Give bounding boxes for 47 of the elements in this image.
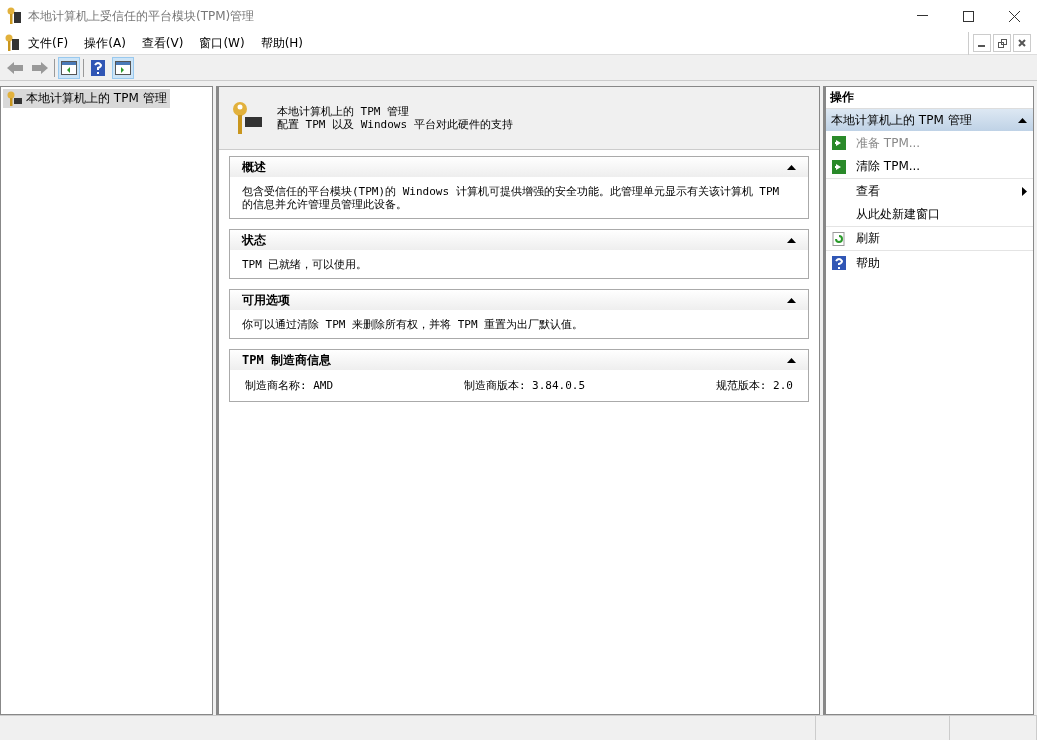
close-icon xyxy=(1008,10,1020,22)
menu-item[interactable]: 查看(V) xyxy=(133,34,192,52)
close-button[interactable] xyxy=(1013,34,1031,52)
minimize-button[interactable] xyxy=(973,34,991,52)
info-field: 制造商版本: 3.84.0.5 xyxy=(463,378,586,393)
key-chip-icon xyxy=(4,34,20,52)
minimize-icon xyxy=(916,15,928,17)
menu-item[interactable]: 帮助(H) xyxy=(252,34,312,52)
action-item[interactable]: 查看 xyxy=(826,179,1033,203)
show-hide-tree-button[interactable] xyxy=(58,56,80,79)
key-chip-icon xyxy=(231,101,263,135)
menu-item[interactable]: 文件(F) xyxy=(20,34,77,52)
close-icon xyxy=(1018,39,1026,47)
tree-item[interactable]: 本地计算机上的 TPM 管理 xyxy=(3,89,170,108)
action-item[interactable]: 清除 TPM... xyxy=(826,155,1033,179)
refresh-icon xyxy=(832,231,846,246)
section-text: 包含受信任的平台模块(TPM)的 Windows 计算机可提供增强的安全功能。此管理单元显示有关该计算机 TPM 的信息并允许管理员管理此设备。 xyxy=(241,184,781,213)
restore-button[interactable] xyxy=(993,34,1011,52)
action-item[interactable]: 刷新 xyxy=(826,227,1033,251)
section-text: 你可以通过清除 TPM 来删除所有权，并将 TPM 重置为出厂默认值。 xyxy=(241,317,585,333)
help-icon xyxy=(832,256,846,270)
section-title: 可用选项 xyxy=(242,291,290,309)
menu-item[interactable]: 操作(A) xyxy=(76,34,134,52)
group-title: 本地计算机上的 TPM 管理 xyxy=(831,111,972,129)
header-subtitle: 配置 TPM 以及 Windows 平台对此硬件的支持 xyxy=(277,118,513,131)
section-title: 状态 xyxy=(242,231,266,249)
key-chip-icon xyxy=(6,7,22,25)
action-item[interactable]: 从此处新建窗口 xyxy=(826,203,1033,227)
submenu-arrow-icon xyxy=(1022,186,1027,196)
menu-item[interactable]: 窗口(W) xyxy=(191,34,253,52)
action-group-header[interactable]: 本地计算机上的 TPM 管理 xyxy=(826,109,1033,131)
section-header[interactable]: TPM 制造商信息 xyxy=(230,350,808,370)
key-chip-icon xyxy=(6,90,22,107)
header-title: 本地计算机上的 TPM 管理 xyxy=(277,105,411,118)
section-title: 概述 xyxy=(242,158,266,176)
window-title: 本地计算机上受信任的平台模块(TPM)管理 xyxy=(28,7,256,25)
maximize-icon xyxy=(962,10,974,22)
section-header[interactable]: 概述 xyxy=(230,157,808,177)
info-field: 规范版本: 2.0 xyxy=(715,378,793,393)
show-hide-action-pane-button[interactable] xyxy=(112,56,134,79)
info-field: 制造商名称: AMD xyxy=(245,378,334,393)
section-header[interactable]: 状态 xyxy=(230,230,808,250)
restore-icon xyxy=(997,38,1007,48)
section-header[interactable]: 可用选项 xyxy=(230,290,808,310)
section-text: TPM 已就绪，可以使用。 xyxy=(241,257,369,273)
section-title: TPM 制造商信息 xyxy=(242,351,331,369)
action-item[interactable]: 帮助 xyxy=(826,251,1033,275)
